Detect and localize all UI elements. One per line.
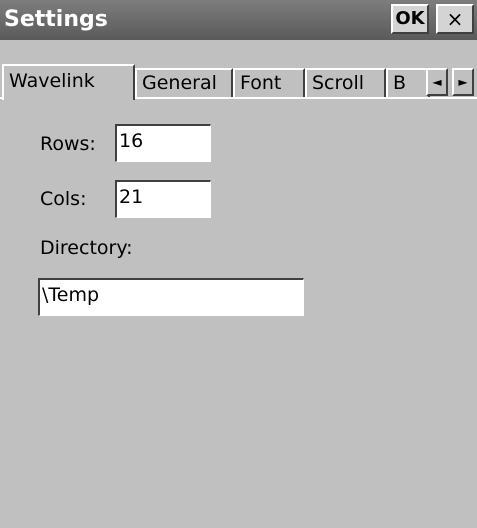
directory-field[interactable]: \Temp bbox=[38, 278, 304, 316]
title-bar: Settings OK × bbox=[0, 0, 477, 41]
rows-label: Rows: bbox=[40, 133, 96, 155]
tab-b[interactable]: B bbox=[386, 68, 430, 98]
tab-scroll[interactable]: Scroll bbox=[305, 68, 386, 98]
tab-strip: Wavelink General Font Scroll B ◄ ► bbox=[0, 40, 477, 100]
cols-label: Cols: bbox=[40, 188, 87, 210]
tab-scroll-left-icon[interactable]: ◄ bbox=[426, 68, 448, 96]
directory-label: Directory: bbox=[40, 237, 133, 259]
rows-field[interactable]: 16 bbox=[115, 124, 211, 162]
tab-scroll-right-icon[interactable]: ► bbox=[452, 68, 474, 96]
settings-window: Settings OK × Wavelink General Font Scro… bbox=[0, 0, 477, 528]
ok-button[interactable]: OK bbox=[391, 4, 429, 34]
cols-field[interactable]: 21 bbox=[115, 180, 211, 218]
tab-font[interactable]: Font bbox=[233, 68, 305, 98]
tab-general[interactable]: General bbox=[135, 68, 233, 98]
close-button[interactable]: × bbox=[436, 4, 474, 34]
tab-wavelink[interactable]: Wavelink bbox=[2, 64, 135, 100]
window-title: Settings bbox=[4, 7, 108, 32]
